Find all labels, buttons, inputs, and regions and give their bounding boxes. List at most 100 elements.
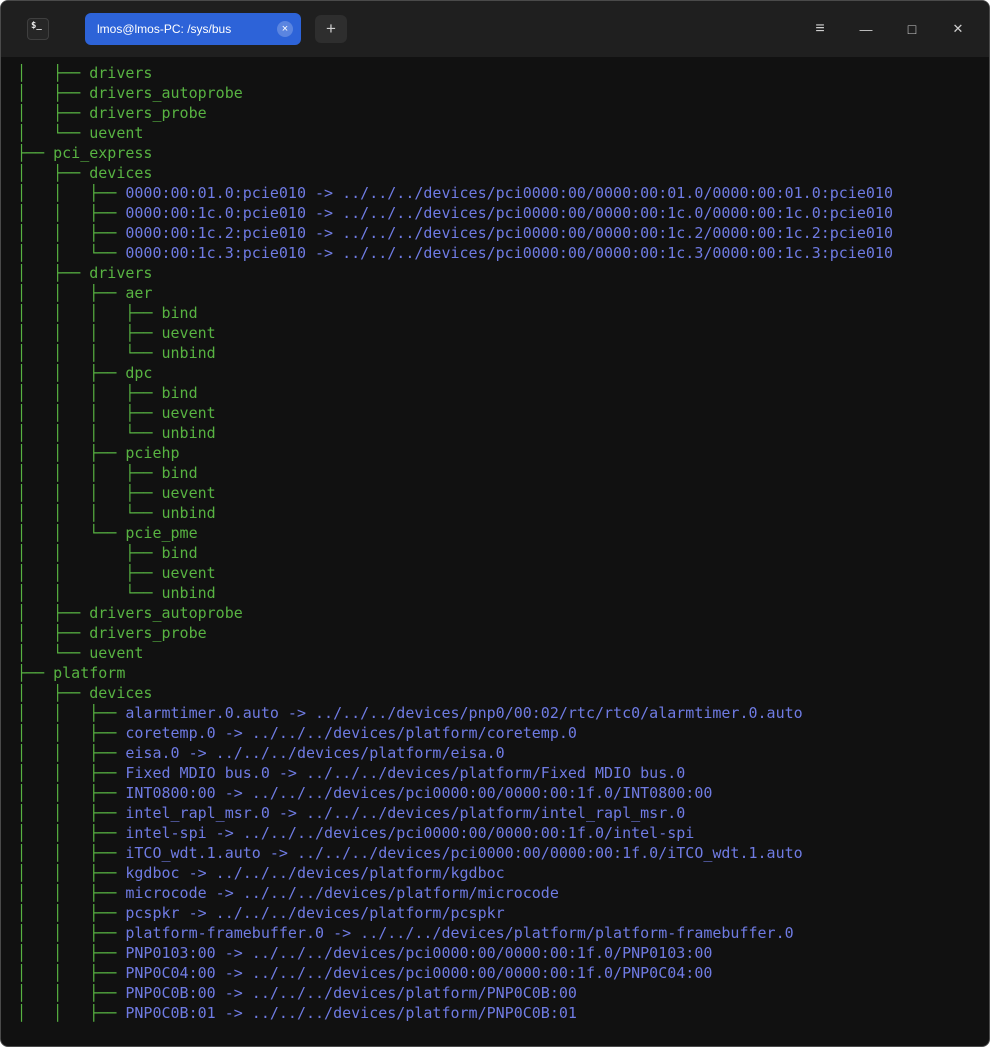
- tree-branch-glyphs: │ │ │ ├──: [17, 404, 162, 422]
- tree-line: │ │ ├── platform-framebuffer.0 -> ../../…: [17, 923, 981, 943]
- tree-branch-glyphs: │ ├──: [17, 84, 89, 102]
- prompt-glyph: $_: [31, 21, 42, 31]
- symlink-entry: 0000:00:01.0:pcie010 -> ../../../devices…: [125, 184, 893, 202]
- maximize-button[interactable]: □: [889, 7, 935, 51]
- symlink-entry: INT0800:00 -> ../../../devices/pci0000:0…: [125, 784, 712, 802]
- minimize-button[interactable]: —: [843, 7, 889, 51]
- directory-entry: bind: [162, 464, 198, 482]
- symlink-entry: iTCO_wdt.1.auto -> ../../../devices/pci0…: [125, 844, 802, 862]
- tree-line: │ │ └── pcie_pme: [17, 523, 981, 543]
- directory-entry: unbind: [162, 584, 216, 602]
- tree-line: │ │ ├── aer: [17, 283, 981, 303]
- tab-active[interactable]: lmos@lmos-PC: /sys/bus ×: [85, 13, 301, 45]
- tree-line: │ │ ├── 0000:00:1c.0:pcie010 -> ../../..…: [17, 203, 981, 223]
- directory-entry: drivers_autoprobe: [89, 604, 243, 622]
- tree-branch-glyphs: │ ├──: [17, 164, 89, 182]
- tree-branch-glyphs: │ │ └──: [17, 244, 125, 262]
- tree-branch-glyphs: │ │ ├──: [17, 984, 125, 1002]
- tree-line: │ │ │ ├── uevent: [17, 483, 981, 503]
- tree-branch-glyphs: │ │ ├──: [17, 784, 125, 802]
- symlink-entry: 0000:00:1c.2:pcie010 -> ../../../devices…: [125, 224, 893, 242]
- tree-branch-glyphs: │ ├──: [17, 624, 89, 642]
- tree-line: │ ├── drivers_probe: [17, 623, 981, 643]
- tree-line: │ └── uevent: [17, 123, 981, 143]
- tree-branch-glyphs: │ │ ├──: [17, 944, 125, 962]
- menu-icon[interactable]: ≡: [797, 7, 843, 51]
- tree-branch-glyphs: │ │ ├──: [17, 224, 125, 242]
- tree-branch-glyphs: │ ├──: [17, 104, 89, 122]
- symlink-entry: PNP0C0B:01 -> ../../../devices/platform/…: [125, 1004, 577, 1022]
- tree-branch-glyphs: │ │ ├──: [17, 864, 125, 882]
- terminal-output[interactable]: │ ├── drivers│ ├── drivers_autoprobe│ ├─…: [1, 57, 989, 1046]
- tree-branch-glyphs: │ │ ├──: [17, 764, 125, 782]
- tree-line: │ │ ├── intel-spi -> ../../../devices/pc…: [17, 823, 981, 843]
- tree-branch-glyphs: │ │ ├──: [17, 704, 125, 722]
- tree-line: │ │ ├── Fixed MDIO bus.0 -> ../../../dev…: [17, 763, 981, 783]
- tree-branch-glyphs: │ ├──: [17, 604, 89, 622]
- tree-line: │ │ ├── alarmtimer.0.auto -> ../../../de…: [17, 703, 981, 723]
- tree-line: │ │ ├── PNP0C0B:01 -> ../../../devices/p…: [17, 1003, 981, 1023]
- directory-entry: devices: [89, 684, 152, 702]
- directory-entry: bind: [162, 384, 198, 402]
- symlink-entry: kgdboc -> ../../../devices/platform/kgdb…: [125, 864, 504, 882]
- tree-branch-glyphs: │ ├──: [17, 684, 89, 702]
- symlink-entry: 0000:00:1c.0:pcie010 -> ../../../devices…: [125, 204, 893, 222]
- directory-entry: uevent: [162, 404, 216, 422]
- directory-entry: pciehp: [125, 444, 179, 462]
- tree-branch-glyphs: │ │ │ ├──: [17, 304, 162, 322]
- tree-branch-glyphs: ├──: [17, 144, 53, 162]
- symlink-entry: PNP0C04:00 -> ../../../devices/pci0000:0…: [125, 964, 712, 982]
- symlink-entry: alarmtimer.0.auto -> ../../../devices/pn…: [125, 704, 802, 722]
- directory-entry: drivers: [89, 64, 152, 82]
- tree-branch-glyphs: ├──: [17, 664, 53, 682]
- tree-line: │ │ ├── INT0800:00 -> ../../../devices/p…: [17, 783, 981, 803]
- directory-entry: pcie_pme: [125, 524, 197, 542]
- tree-branch-glyphs: │ │ │ ├──: [17, 384, 162, 402]
- tree-line: ├── platform: [17, 663, 981, 683]
- tree-line: │ │ ├── kgdboc -> ../../../devices/platf…: [17, 863, 981, 883]
- tree-branch-glyphs: │ │ ├──: [17, 724, 125, 742]
- tree-line: │ │ │ ├── bind: [17, 383, 981, 403]
- directory-entry: uevent: [162, 324, 216, 342]
- tree-line: ├── pci_express: [17, 143, 981, 163]
- tab-close-icon[interactable]: ×: [277, 21, 293, 37]
- tree-line: │ ├── drivers_autoprobe: [17, 83, 981, 103]
- directory-entry: drivers_autoprobe: [89, 84, 243, 102]
- directory-entry: bind: [162, 544, 198, 562]
- tree-line: │ │ ├── pcspkr -> ../../../devices/platf…: [17, 903, 981, 923]
- tree-line: │ ├── drivers_autoprobe: [17, 603, 981, 623]
- caption-buttons: ≡ — □ ✕: [797, 1, 981, 57]
- symlink-entry: coretemp.0 -> ../../../devices/platform/…: [125, 724, 577, 742]
- new-tab-button[interactable]: +: [315, 15, 347, 43]
- tree-line: │ │ │ ├── bind: [17, 303, 981, 323]
- tree-line: │ │ └── unbind: [17, 583, 981, 603]
- tree-line: │ │ ├── PNP0103:00 -> ../../../devices/p…: [17, 943, 981, 963]
- symlink-entry: microcode -> ../../../devices/platform/m…: [125, 884, 558, 902]
- directory-entry: pci_express: [53, 144, 152, 162]
- directory-entry: unbind: [162, 424, 216, 442]
- tree-line: │ ├── drivers_probe: [17, 103, 981, 123]
- tree-line: │ │ └── 0000:00:1c.3:pcie010 -> ../../..…: [17, 243, 981, 263]
- tree-line: │ │ │ ├── uevent: [17, 403, 981, 423]
- titlebar: $_ lmos@lmos-PC: /sys/bus × + ≡ — □ ✕: [1, 1, 989, 57]
- directory-entry: unbind: [162, 344, 216, 362]
- tree-line: │ │ │ ├── uevent: [17, 323, 981, 343]
- tree-line: │ │ ├── pciehp: [17, 443, 981, 463]
- tree-branch-glyphs: │ │ ├──: [17, 844, 125, 862]
- tree-line: │ ├── devices: [17, 163, 981, 183]
- close-button[interactable]: ✕: [935, 7, 981, 51]
- tree-branch-glyphs: │ ├──: [17, 264, 89, 282]
- tree-branch-glyphs: │ │ ├──: [17, 564, 162, 582]
- tree-branch-glyphs: │ │ ├──: [17, 284, 125, 302]
- directory-entry: uevent: [162, 484, 216, 502]
- tree-line: │ │ ├── coretemp.0 -> ../../../devices/p…: [17, 723, 981, 743]
- tree-branch-glyphs: │ └──: [17, 644, 89, 662]
- directory-entry: drivers_probe: [89, 104, 206, 122]
- tree-line: │ │ ├── bind: [17, 543, 981, 563]
- tree-branch-glyphs: │ │ │ └──: [17, 504, 162, 522]
- tree-branch-glyphs: │ │ └──: [17, 584, 162, 602]
- tree-branch-glyphs: │ │ ├──: [17, 804, 125, 822]
- symlink-entry: 0000:00:1c.3:pcie010 -> ../../../devices…: [125, 244, 893, 262]
- tree-branch-glyphs: │ │ │ ├──: [17, 464, 162, 482]
- directory-entry: dpc: [125, 364, 152, 382]
